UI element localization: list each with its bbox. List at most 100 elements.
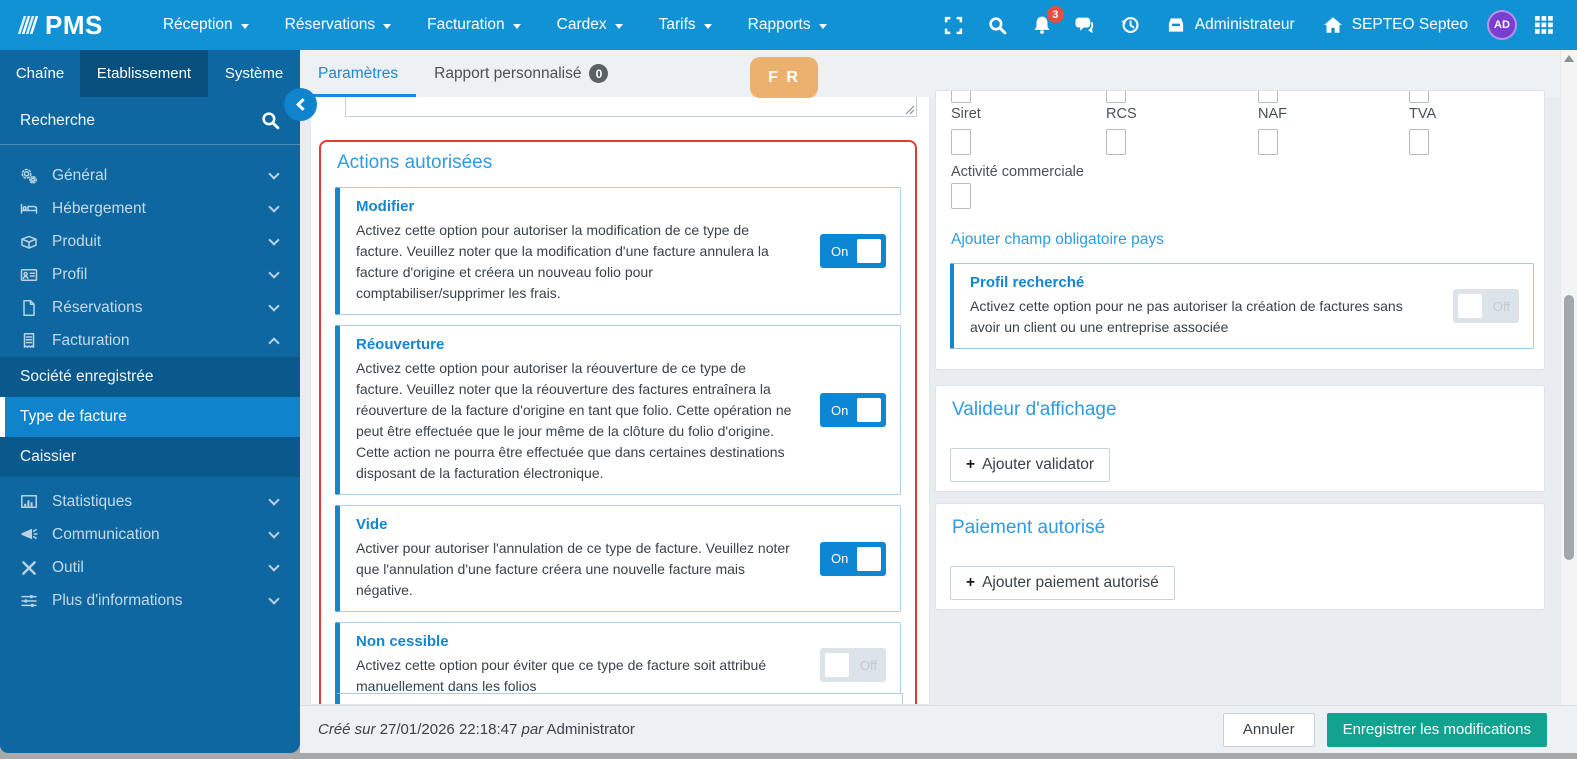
chat-bubbles-icon [1075,17,1094,34]
plus-icon: + [966,574,976,591]
resize-handle-icon[interactable] [905,105,915,115]
crossed-tools-icon [22,560,36,575]
created-date: 27/01/2026 22:18:47 [379,721,518,738]
rapport-count-badge: 0 [589,64,609,83]
sidebar-tabs: Chaîne Etablissement Système [0,50,300,97]
scrollbar-thumb[interactable] [1564,295,1574,560]
menu-cardex[interactable]: Cardex [539,0,641,50]
sidebar-item-outil[interactable]: Outil [0,551,300,584]
profil-recherche-card: Profil recherché Activez cette option po… [950,263,1534,349]
sidebar: Chaîne Etablissement Système Général Héb… [0,50,300,753]
sidebar-item-hebergement[interactable]: Hébergement [0,192,300,225]
scroll-up-arrow-icon[interactable] [1564,55,1574,62]
save-button[interactable]: Enregistrer les modifications [1326,712,1547,747]
tab-etablissement[interactable]: Etablissement [80,50,208,97]
profil-recherche-toggle[interactable]: Off [1453,289,1519,323]
cancel-button[interactable]: Annuler [1222,712,1315,747]
sidebar-item-plus-informations[interactable]: Plus d'informations [0,584,300,617]
caret-down-icon [818,23,827,29]
user-menu[interactable]: Administrateur [1157,16,1304,34]
sidebar-item-reservations[interactable]: Réservations [0,291,300,324]
chevron-down-icon [268,266,280,279]
search-icon[interactable] [261,111,280,130]
reouverture-toggle[interactable]: On [820,393,886,427]
history-button[interactable] [1113,7,1147,43]
action-card-reouverture: Réouverture Activez cette option pour au… [335,325,901,495]
inbox-icon [1168,18,1183,32]
top-navbar: PMS Réception Réservations Facturation C… [0,0,1577,50]
sidebar-item-produit[interactable]: Produit [0,225,300,258]
sidebar-item-communication[interactable]: Communication [0,518,300,551]
parametres-panel: Actions autorisées Modifier Activez cett… [310,97,930,705]
sidebar-menu: Général Hébergement Produit Profil Réser… [0,145,300,617]
navbar-right: 3 Administrateur SEPTEO Septeo AD [937,6,1577,43]
rcs-label: RCS [1106,106,1137,122]
tva-checkbox[interactable] [1409,129,1429,155]
checkbox[interactable] [951,91,971,103]
tva-label: TVA [1409,106,1437,122]
sidebar-item-facturation[interactable]: Facturation [0,324,300,357]
siret-checkbox[interactable] [951,129,971,155]
search-icon [989,16,1007,34]
sidebar-item-general[interactable]: Général [0,159,300,192]
app-logo[interactable]: PMS [0,10,117,41]
toggle-knob [857,546,881,571]
description-textarea[interactable] [345,97,917,117]
sidebar-item-caissier[interactable]: Caissier [0,437,300,477]
sidebar-collapse-button[interactable] [284,88,317,121]
chevron-down-icon [268,493,280,506]
card-title: Modifier [356,198,415,215]
company-fields-card: Siret RCS NAF TVA Activité commerciale A… [935,90,1545,370]
created-by: Administrator [546,721,635,738]
fullscreen-button[interactable] [937,7,971,43]
menu-rapports[interactable]: Rapports [730,0,845,50]
naf-checkbox[interactable] [1258,129,1278,155]
megaphone-icon [21,528,38,539]
modifier-toggle[interactable]: On [820,234,886,268]
tab-parametres[interactable]: Paramètres [300,50,417,97]
add-validator-button[interactable]: + Ajouter validator [950,448,1111,482]
notifications-button[interactable]: 3 [1025,6,1064,43]
vide-toggle[interactable]: On [820,541,886,576]
menu-reservations[interactable]: Réservations [267,0,409,50]
menu-reception[interactable]: Réception [145,0,267,50]
search-button[interactable] [981,7,1015,43]
chevron-down-icon [268,526,280,539]
menu-facturation[interactable]: Facturation [409,0,539,50]
chevron-down-icon [268,200,280,213]
activite-commerciale-checkbox[interactable] [951,183,971,209]
tab-rapport-personnalise[interactable]: Rapport personnalisé 0 [416,50,626,97]
property-menu[interactable]: SEPTEO Septeo [1314,16,1477,34]
sidebar-item-statistiques[interactable]: Statistiques [0,485,300,518]
card-description: Activez cette option pour autoriser la m… [356,222,769,301]
card-title: Vide [356,516,388,533]
id-card-icon [20,268,38,281]
caret-down-icon [240,23,249,29]
chevron-down-icon [268,299,280,312]
footer-bar: Créé sur 27/01/2026 22:18:47 par Adminis… [300,705,1577,753]
add-country-field-link[interactable]: Ajouter champ obligatoire pays [951,231,1164,249]
actions-autorisees-section: Actions autorisées Modifier Activez cett… [319,140,917,704]
main-content: Paramètres Rapport personnalisé 0 F R Ac… [300,50,1577,753]
non-cessible-toggle[interactable]: Off [820,648,886,682]
tab-chaine[interactable]: Chaîne [0,50,80,97]
language-badge[interactable]: F R [750,57,818,98]
add-paiement-button[interactable]: + Ajouter paiement autorisé [950,566,1175,600]
user-label: Administrateur [1194,16,1295,33]
messages-button[interactable] [1069,7,1103,43]
search-input[interactable] [20,111,261,130]
sidebar-item-type-de-facture[interactable]: Type de facture [0,397,300,437]
apps-button[interactable] [1527,7,1561,43]
sidebar-item-profil[interactable]: Profil [0,258,300,291]
checkbox[interactable] [1258,91,1278,103]
toggle-knob [1458,294,1482,318]
vertical-scrollbar[interactable] [1560,50,1577,705]
rcs-checkbox[interactable] [1106,129,1126,155]
tab-systeme[interactable]: Système [208,50,300,97]
chevron-down-icon [268,592,280,605]
checkbox[interactable] [1106,91,1126,103]
checkbox[interactable] [1409,91,1429,103]
sidebar-item-societe-enregistree[interactable]: Société enregistrée [0,357,300,397]
avatar[interactable]: AD [1487,10,1517,40]
menu-tarifs[interactable]: Tarifs [641,0,730,50]
